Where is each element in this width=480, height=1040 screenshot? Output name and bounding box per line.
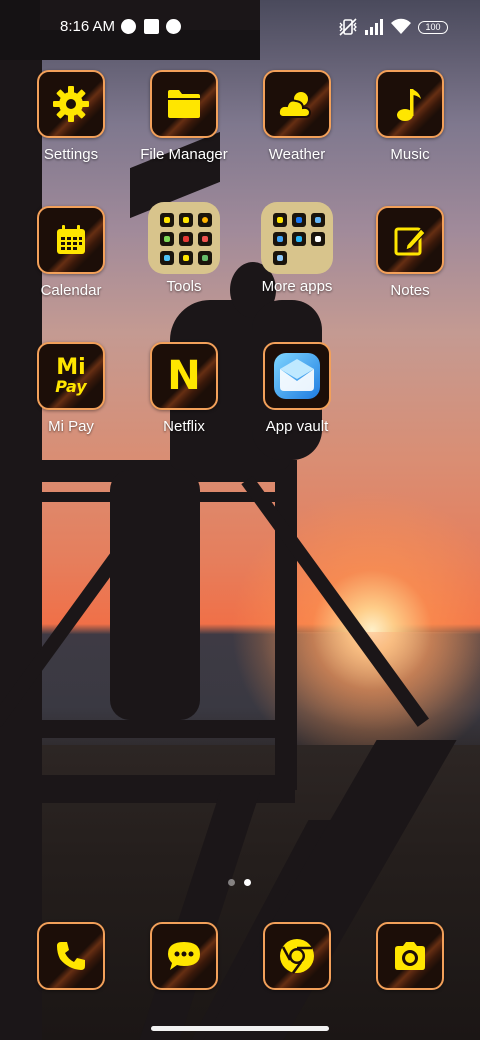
- mi-pay-logo-bottom: Pay: [55, 377, 87, 396]
- folder-tools-icon: [148, 202, 220, 274]
- weather-icon: [278, 92, 312, 118]
- page-dot[interactable]: [228, 879, 235, 886]
- app-label: More apps: [261, 278, 333, 295]
- app-label: File Manager: [140, 146, 228, 163]
- dock-camera[interactable]: [376, 922, 444, 990]
- dock-phone[interactable]: [37, 922, 105, 990]
- messages-icon: [168, 942, 200, 970]
- app-label: Netflix: [163, 418, 205, 435]
- app-label: Calendar: [40, 282, 102, 299]
- calendar-icon: [57, 225, 85, 254]
- battery-indicator: 100: [418, 21, 448, 34]
- folder-tools[interactable]: Tools: [128, 202, 240, 295]
- home-gesture-bar[interactable]: [151, 1026, 329, 1031]
- folder-icon: [168, 90, 200, 118]
- app-label: App vault: [265, 418, 329, 435]
- gear-icon: [53, 86, 89, 122]
- square-notification-icon: [144, 19, 159, 34]
- page-dot-current[interactable]: [244, 879, 251, 886]
- status-time: 8:16 AM: [60, 18, 116, 35]
- status-bar: 8:16 AM 100: [0, 0, 480, 56]
- app-settings[interactable]: Settings: [15, 70, 127, 163]
- phone-icon: [57, 942, 85, 970]
- app-netflix[interactable]: N Netflix: [128, 342, 240, 435]
- camera-icon: [395, 942, 425, 970]
- chrome-icon: [280, 939, 314, 974]
- app-vault-icon: [274, 353, 320, 399]
- folder-more-apps-icon: [261, 202, 333, 274]
- app-app-vault[interactable]: App vault: [241, 342, 353, 435]
- app-weather[interactable]: Weather: [241, 70, 353, 163]
- wifi-icon: [391, 18, 411, 34]
- app-label: Tools: [166, 278, 202, 295]
- app-notification-icon: [166, 19, 181, 34]
- app-music[interactable]: Music: [354, 70, 466, 163]
- vibrate-off-icon: [339, 18, 357, 36]
- app-file-manager[interactable]: File Manager: [128, 70, 240, 163]
- app-calendar[interactable]: Calendar: [15, 206, 127, 299]
- folder-more-apps[interactable]: More apps: [241, 202, 353, 295]
- mi-pay-icon: Mi Pay: [37, 342, 105, 410]
- netflix-icon: N: [150, 342, 218, 410]
- dock-messages[interactable]: [150, 922, 218, 990]
- app-mi-pay[interactable]: Mi Pay Mi Pay: [15, 342, 127, 435]
- app-label: Weather: [268, 146, 326, 163]
- mi-pay-logo-top: Mi: [56, 355, 86, 380]
- app-notes[interactable]: Notes: [354, 206, 466, 299]
- app-label: Mi Pay: [48, 418, 94, 435]
- music-note-icon: [397, 89, 421, 121]
- netflix-logo: N: [167, 353, 201, 399]
- dock-chrome[interactable]: [263, 922, 331, 990]
- notes-pencil-icon: [394, 227, 426, 256]
- app-label: Settings: [43, 146, 99, 163]
- app-label: Music: [390, 146, 430, 163]
- app-notification-icon: [121, 19, 136, 34]
- signal-icon: [365, 19, 383, 35]
- app-label: Notes: [390, 282, 430, 299]
